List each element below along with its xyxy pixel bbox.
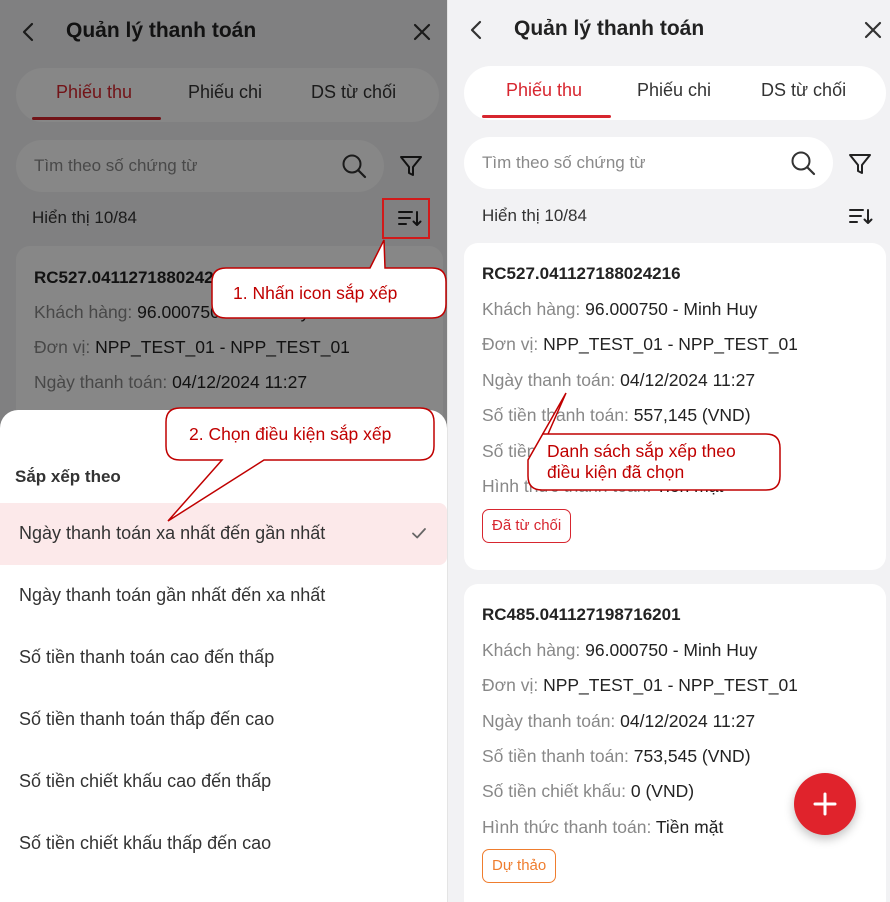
sort-option[interactable]: Số tiền thanh toán thấp đến cao [0, 689, 447, 751]
receipt-code: RC485.041127198716201 [482, 605, 681, 624]
unit-label: Đơn vị: [482, 675, 544, 695]
status-badge: Dự thảo [482, 849, 557, 883]
tab-bar: Phiếu thu Phiếu chi DS từ chối [464, 66, 886, 120]
amount-label: Số tiền thanh toán: [482, 405, 634, 425]
unit-row: Đơn vị: NPP_TEST_01 - NPP_TEST_01 [482, 334, 798, 355]
amount-label: Số tiền thanh toán: [482, 746, 634, 766]
amount-value: 753,545 (VND) [633, 746, 751, 766]
callout-note-line2: điều kiện đã chọn [547, 462, 685, 482]
sort-option[interactable]: Số tiền chiết khấu cao đến thấp [0, 751, 447, 813]
search-input[interactable]: Tìm theo số chứng từ [482, 153, 646, 173]
sort-option-label: Ngày thanh toán xa nhất đến gần nhất [19, 523, 326, 543]
sheet-title: Sắp xếp theo [15, 467, 121, 486]
tab-receipt[interactable]: Phiếu thu [506, 80, 582, 101]
pay-date-value: 04/12/2024 11:27 [620, 711, 756, 731]
discount-value: 0 (VND) [630, 781, 695, 801]
active-tab-indicator [482, 115, 611, 118]
sort-bottom-sheet: Sắp xếp theo Ngày thanh toán xa nhất đến… [0, 410, 447, 902]
discount-row: Số tiền chiết khấu: 0 (VND) [482, 781, 694, 802]
pay-date-row: Ngày thanh toán: 04/12/2024 11:27 [482, 711, 755, 732]
add-receipt-button[interactable] [794, 773, 856, 835]
amount-value: 557,145 (VND) [633, 405, 751, 425]
unit-value: NPP_TEST_01 - NPP_TEST_01 [543, 675, 798, 695]
sort-option[interactable]: Số tiền chiết khấu thấp đến cao [0, 813, 447, 875]
sort-option[interactable]: Số tiền thanh toán cao đến thấp [0, 627, 447, 689]
sort-option[interactable]: Ngày thanh toán xa nhất đến gần nhất [0, 503, 447, 565]
search-box[interactable]: Tìm theo số chứng từ [464, 137, 833, 189]
method-row: Hình thức thanh toán: Tiền mặt [482, 817, 723, 838]
customer-row: Khách hàng: 96.000750 - Minh Huy [482, 640, 757, 661]
discount-label: Số tiền chiết khấu: [482, 781, 631, 801]
plus-icon [813, 792, 837, 816]
amount-row: Số tiền thanh toán: 753,545 (VND) [482, 746, 751, 767]
pay-date-value: 04/12/2024 11:27 [620, 370, 756, 390]
method-value: Tiền mặt [655, 817, 724, 837]
amount-row: Số tiền thanh toán: 557,145 (VND) [482, 405, 751, 426]
result-count: Hiển thị 10/84 [482, 206, 587, 225]
customer-label: Khách hàng: [482, 299, 586, 319]
search-icon[interactable] [789, 149, 817, 177]
tab-payment[interactable]: Phiếu chi [637, 80, 711, 101]
receipt-card[interactable]: RC527.041127188024216 Khách hàng: 96.000… [464, 243, 886, 570]
unit-value: NPP_TEST_01 - NPP_TEST_01 [543, 334, 798, 354]
sort-option-label: Số tiền thanh toán thấp đến cao [19, 709, 275, 729]
unit-label: Đơn vị: [482, 334, 544, 354]
sort-icon[interactable] [848, 206, 874, 228]
customer-value: 96.000750 - Minh Huy [585, 640, 758, 660]
customer-value: 96.000750 - Minh Huy [585, 299, 758, 319]
sort-option-label: Ngày thanh toán gần nhất đến xa nhất [19, 585, 326, 605]
status-badge: Đã từ chối [482, 509, 572, 543]
page-title: Quản lý thanh toán [514, 17, 705, 40]
sort-option-label: Số tiền chiết khấu cao đến thấp [19, 771, 272, 791]
pay-date-label: Ngày thanh toán: [482, 711, 621, 731]
check-icon [412, 528, 426, 539]
app-header: Quản lý thanh toán [448, 0, 890, 64]
sort-option[interactable]: Ngày thanh toán gần nhất đến xa nhất [0, 565, 447, 627]
sort-option-label: Số tiền thanh toán cao đến thấp [19, 647, 275, 667]
customer-row: Khách hàng: 96.000750 - Minh Huy [482, 299, 757, 320]
customer-label: Khách hàng: [482, 640, 586, 660]
close-icon[interactable] [860, 16, 886, 44]
unit-row: Đơn vị: NPP_TEST_01 - NPP_TEST_01 [482, 675, 798, 696]
receipt-card[interactable]: RC485.041127198716201 Khách hàng: 96.000… [464, 584, 886, 902]
receipt-code: RC527.041127188024216 [482, 264, 681, 283]
callout-step1-text: 1. Nhấn icon sắp xếp [233, 283, 398, 303]
filter-icon[interactable] [846, 150, 874, 178]
pay-date-row: Ngày thanh toán: 04/12/2024 11:27 [482, 370, 755, 391]
sort-option-label: Số tiền chiết khấu thấp đến cao [19, 833, 272, 853]
back-arrow-icon[interactable] [464, 16, 490, 44]
pay-date-label: Ngày thanh toán: [482, 370, 621, 390]
callout-note-line1: Danh sách sắp xếp theo [547, 441, 736, 461]
method-label: Hình thức thanh toán: [482, 817, 656, 837]
sort-icon-highlight [382, 198, 430, 239]
tab-rejected[interactable]: DS từ chối [761, 80, 846, 101]
callout-step2-text: 2. Chọn điều kiện sắp xếp [189, 424, 392, 444]
